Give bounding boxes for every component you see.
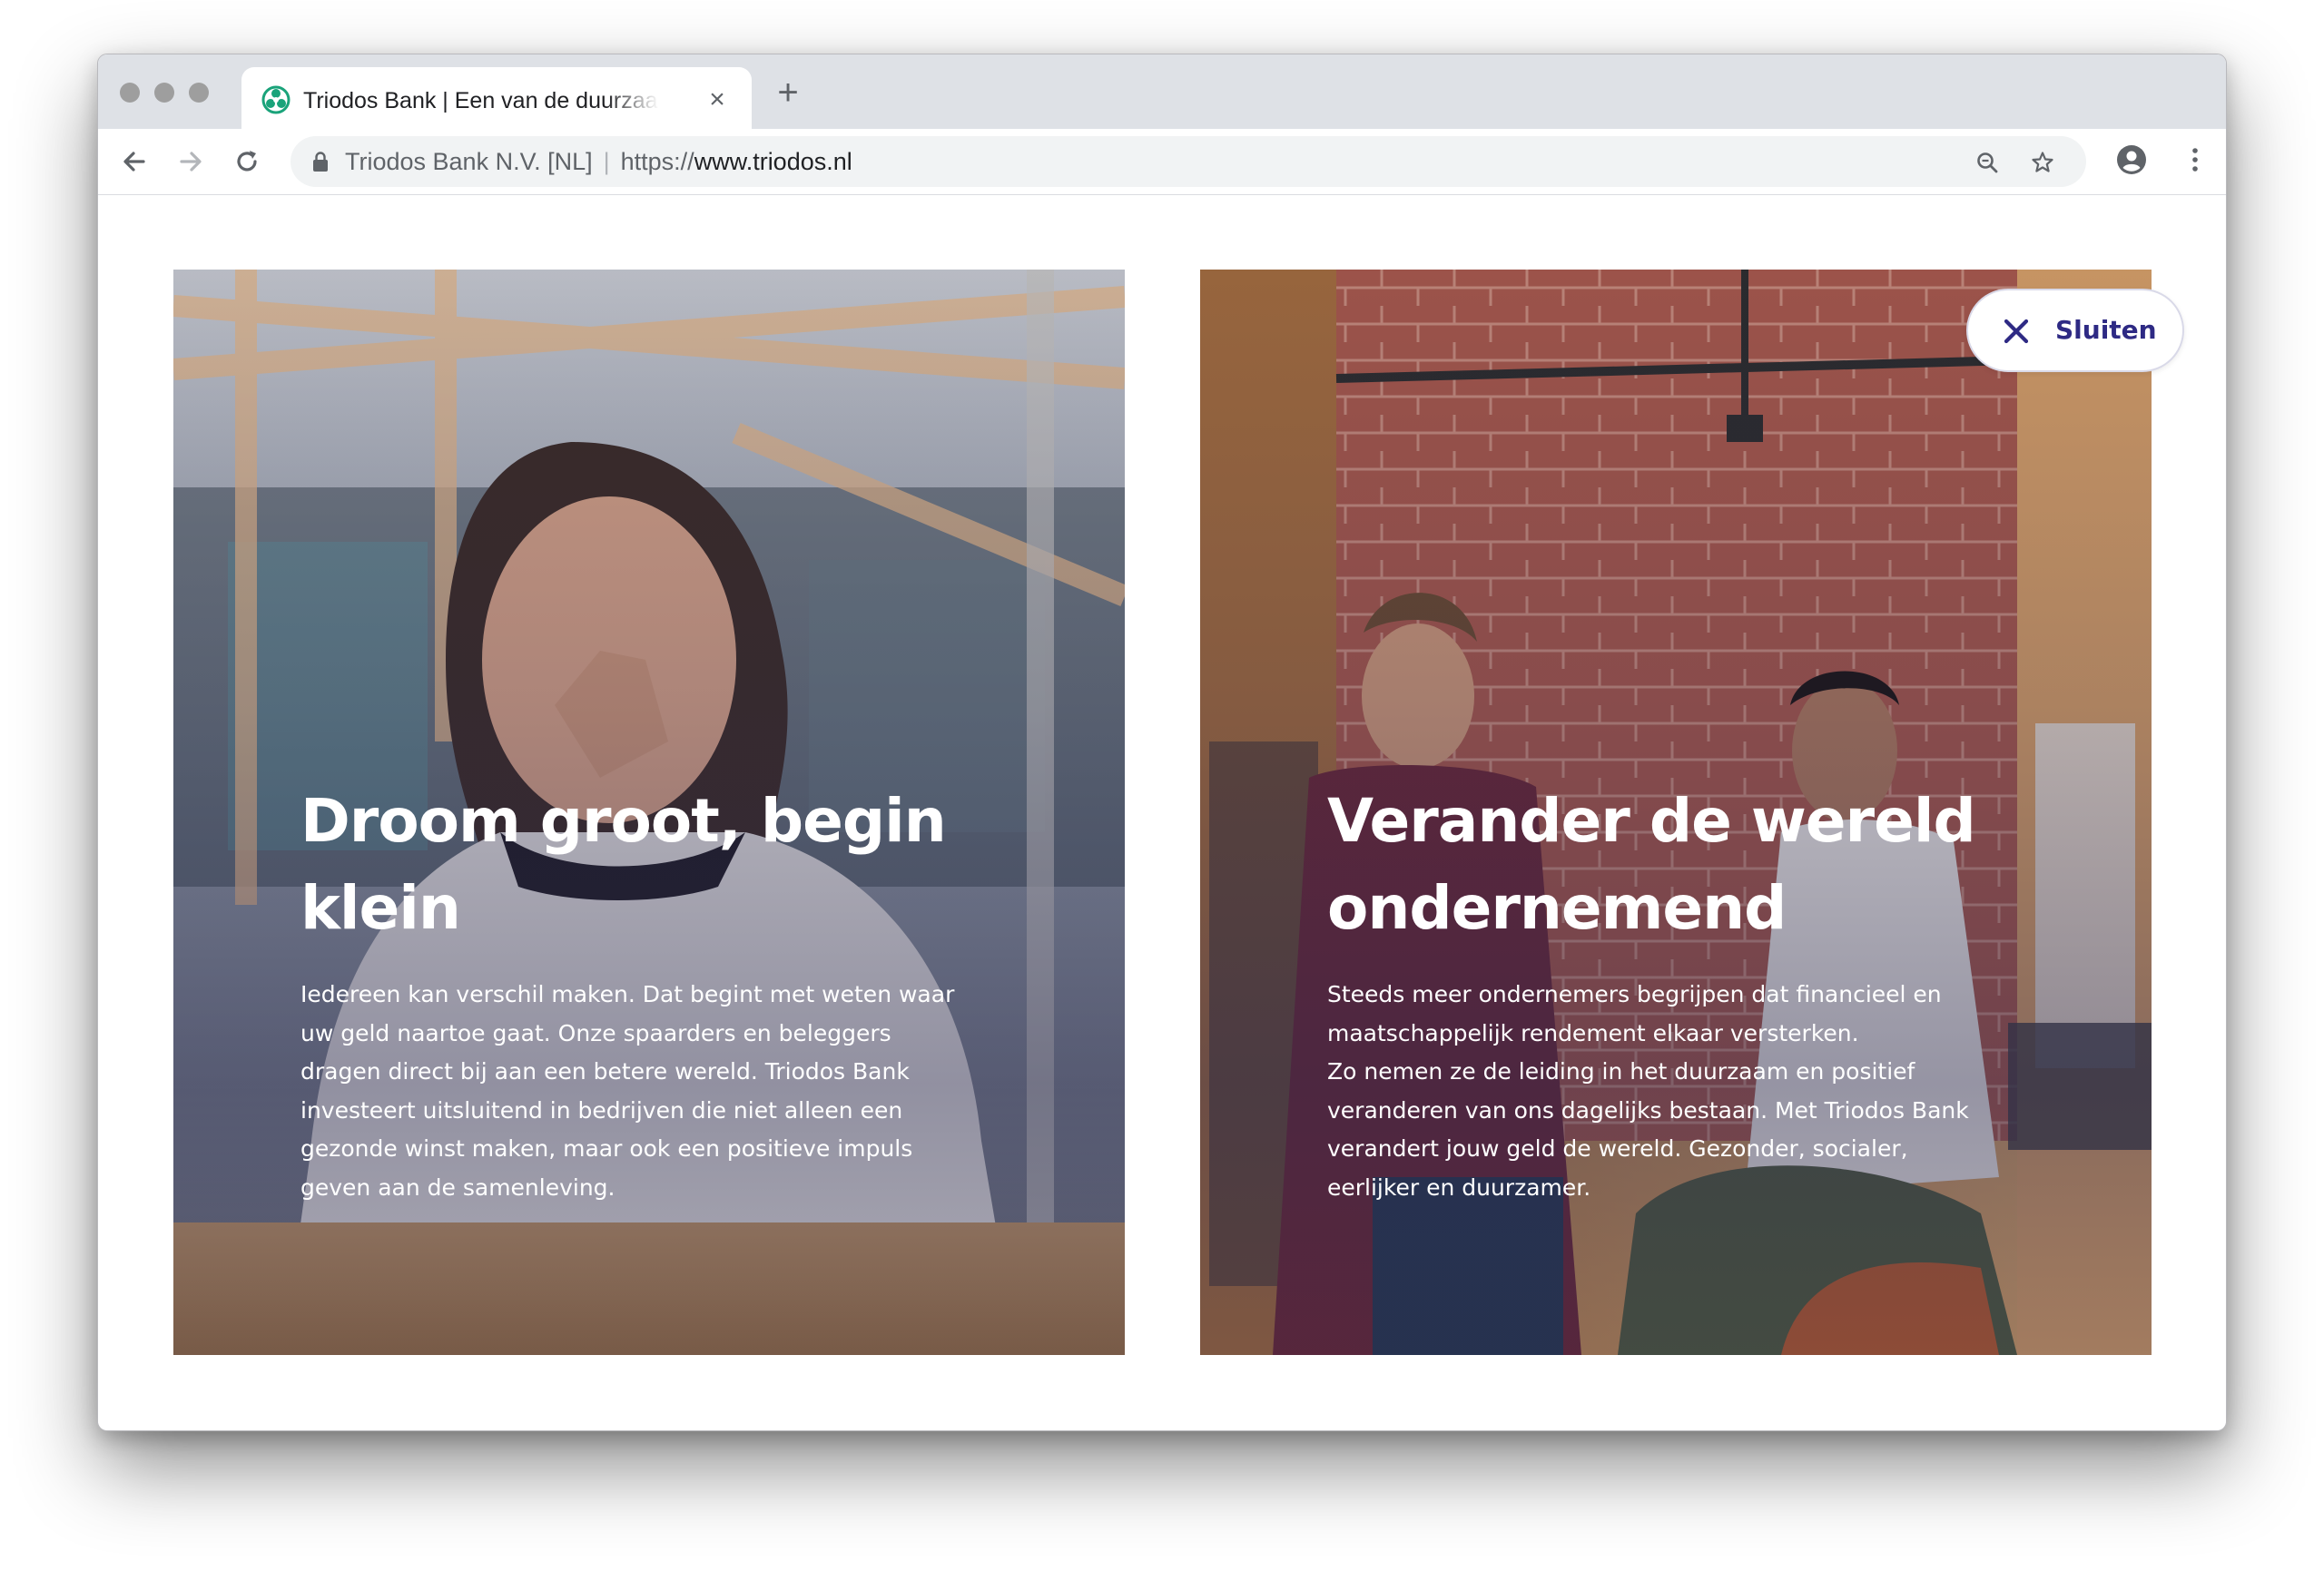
new-tab-button[interactable]: + [772,74,804,111]
address-bar[interactable]: Triodos Bank N.V. [NL] | https://www.triod… [290,136,2086,187]
close-button-label: Sluiten [2055,315,2157,345]
browser-toolbar: Triodos Bank N.V. [NL] | https://www.triod… [98,129,2226,195]
story-card-entrepreneurs[interactable]: Verander de wereld ondernemend Steeds me… [1200,270,2152,1355]
tab-close-icon[interactable]: × [704,86,730,113]
card-body: Iedereen kan verschil maken. Dat begint … [300,981,955,1201]
address-text: Triodos Bank N.V. [NL] | https://www.triod… [345,136,852,187]
page-content: Droom groot, begin klein Iedereen kan ve… [98,195,2226,1430]
browser-window: Triodos Bank | Een van de duurzaamste ba… [97,54,2227,1431]
window-close-dot[interactable] [120,83,140,103]
window-minimize-dot[interactable] [154,83,174,103]
story-card-dream[interactable]: Droom groot, begin klein Iedereen kan ve… [173,270,1125,1355]
tab-strip: Triodos Bank | Een van de duurzaamste ba… [98,54,2226,129]
card-body: Steeds meer ondernemers begrijpen dat fi… [1327,981,1969,1201]
triodos-favicon-icon [261,85,290,114]
window-zoom-dot[interactable] [189,83,209,103]
browser-tab-active[interactable]: Triodos Bank | Een van de duurzaamste ba… [241,67,752,129]
back-arrow-icon[interactable] [118,145,151,178]
close-button[interactable]: Sluiten [1966,289,2184,372]
account-icon[interactable] [2115,143,2148,176]
card-heading: Verander de wereld ondernemend [1327,786,1976,943]
zoom-icon[interactable] [1975,151,1999,174]
certificate-owner: Triodos Bank N.V. [NL] [345,148,593,175]
card-heading: Droom groot, begin klein [300,786,947,943]
lock-icon[interactable] [310,151,330,172]
address-separator: | [603,148,610,175]
url-host: www.triodos.nl [694,148,852,175]
tab-title: Triodos Bank | Een van de duurzaamste ba… [303,88,659,113]
bookmark-star-icon[interactable] [2031,151,2054,174]
reload-icon[interactable] [231,145,263,178]
close-icon [2004,319,2029,344]
forward-arrow-icon[interactable] [174,145,207,178]
more-vert-icon[interactable] [2179,143,2211,176]
url-scheme: https:// [620,148,694,175]
